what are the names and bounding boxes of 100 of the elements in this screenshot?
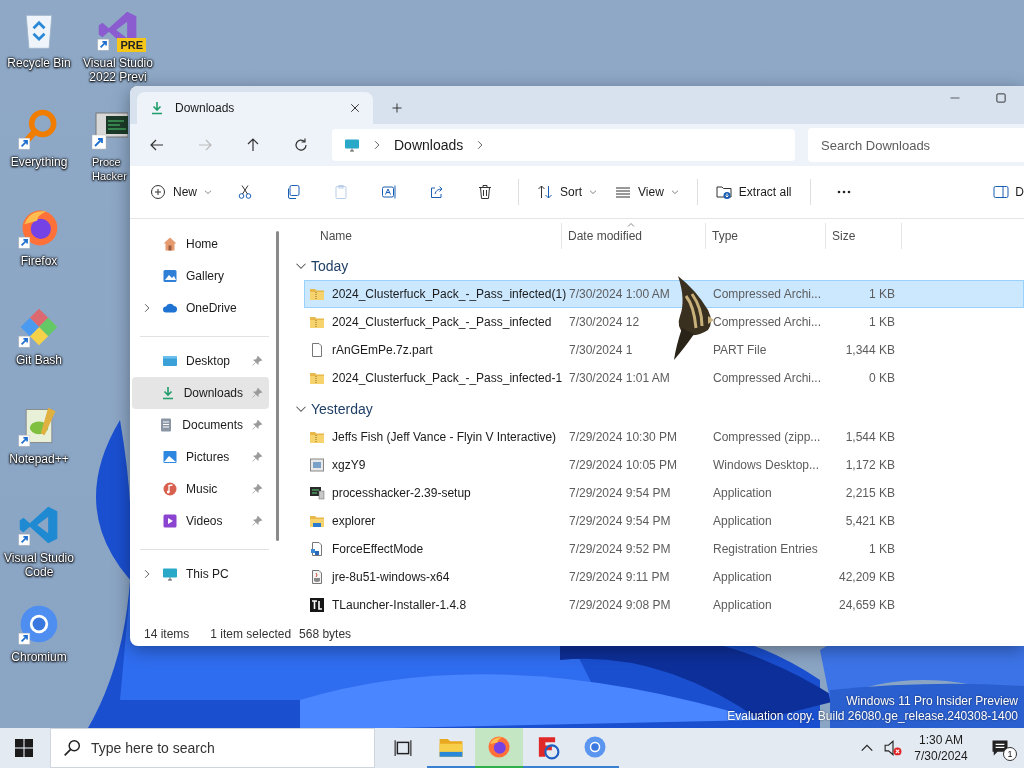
forward-arrow-icon (197, 137, 213, 153)
details-pane-icon (993, 184, 1010, 200)
view-button[interactable]: View (607, 175, 687, 209)
desktop-icon-label: Everything (10, 155, 68, 169)
sidebar-item[interactable]: Desktop (132, 345, 269, 377)
sidebar-item[interactable]: Home (132, 228, 269, 260)
file-name: explorer (332, 514, 376, 528)
sidebar-item[interactable]: Documents (132, 409, 269, 441)
extract-folder-icon (715, 184, 732, 200)
desktop-icon-label: Notepad++ (9, 452, 69, 466)
zip-folder-icon (309, 370, 325, 386)
desktop-icon-label: 2022 Previ (89, 70, 147, 84)
file-icon (309, 342, 325, 358)
sidebar-item[interactable]: Music (132, 473, 269, 505)
address-bar[interactable]: Downloads (332, 129, 795, 161)
tab[interactable]: Downloads (137, 92, 373, 124)
type-cell-text: Windows Desktop... (712, 458, 821, 472)
notification-count: 1 (1003, 747, 1017, 761)
caret-icon (204, 188, 212, 196)
chromium-icon[interactable] (583, 735, 607, 759)
column-header[interactable]: Type (706, 223, 826, 249)
file-name: ForceEffectMode (332, 542, 424, 556)
desktop-icon-label: Proce (92, 155, 121, 169)
sort-icon (537, 184, 553, 200)
size-cell-text: 1 KB (868, 315, 896, 329)
size-cell-text: 0 KB (868, 371, 896, 385)
installer-icon (309, 569, 325, 585)
breadcrumb-item[interactable]: Downloads (394, 137, 464, 153)
chevron-right-icon[interactable] (142, 569, 152, 579)
music-icon (162, 481, 178, 497)
file-name: TLauncher-Installer-1.4.8 (332, 598, 467, 612)
refresh-icon (293, 137, 309, 153)
file-row[interactable]: processhacker-2.39-setup 7/29/2024 9:54 PM Application 2,215 KB (304, 479, 1024, 507)
size-cell-text: 42,209 KB (837, 570, 896, 584)
file-row[interactable]: xgzY9 7/29/2024 10:05 PM Windows Desktop... 1,172 KB (304, 451, 1024, 479)
scrollbar[interactable] (276, 231, 279, 541)
desktop-icon-label: Visual Studio (4, 551, 74, 565)
file-name: rAnGEmPe.7z.part (332, 343, 433, 357)
sidebar-item[interactable]: Videos (132, 505, 269, 537)
pin-icon (251, 451, 263, 463)
watermark-text: Evaluation copy. Build 26080.ge_release.240308-1400 (727, 709, 1018, 724)
chevron-right-icon[interactable] (142, 303, 152, 313)
taskbar-app-button[interactable] (475, 728, 523, 768)
firefox-icon[interactable] (487, 735, 511, 759)
zip-folder-icon (309, 429, 325, 445)
desktop-icon-label: Firefox (20, 254, 58, 268)
file-row[interactable]: 2024_Clusterfuck_Pack_-_Pass_infected 7/30/2024 12 Compressed Archi... 1 KB (304, 308, 1024, 336)
download-icon (149, 100, 165, 116)
task-view-icon (394, 739, 412, 757)
desktop-icon-label: Code (24, 565, 54, 579)
type-cell-text: Registration Entries (712, 542, 819, 556)
sidebar-item[interactable]: Pictures (132, 441, 269, 473)
sidebar-item[interactable]: This PC (132, 558, 269, 590)
date-cell-text: 7/29/2024 9:52 PM (568, 542, 672, 556)
registry-file-icon (309, 541, 325, 557)
file-row[interactable]: explorer 7/29/2024 9:54 PM Application 5,421 KB (304, 507, 1024, 535)
file-row[interactable]: 2024_Clusterfuck_Pack_-_Pass_infected-1 7/30/2024 1:01 AM Compressed Archi... 0 KB (304, 364, 1024, 392)
type-cell-text: Compressed (zipp... (712, 430, 822, 444)
clock[interactable]: 1:30 AM 7/30/2024 (906, 732, 976, 764)
scissors-icon (237, 184, 253, 200)
column-header[interactable]: Name (304, 223, 562, 249)
new-button[interactable]: New (142, 175, 220, 209)
desktop-icon-label: Visual Studio (83, 56, 153, 70)
clipboard-icon (333, 184, 349, 200)
extract-all-button[interactable]: Extract all (707, 175, 800, 209)
group-header: Yesterday (311, 401, 373, 417)
sort-caret-icon (627, 221, 635, 229)
file-row[interactable]: jre-8u51-windows-x64 7/29/2024 9:11 PM Application 42,209 KB (304, 563, 1024, 591)
caret-icon (589, 188, 598, 196)
sort-button[interactable]: Sort (529, 175, 606, 209)
size-cell-text: 1,544 KB (844, 430, 896, 444)
file-row[interactable]: rAnGEmPe.7z.part 7/30/2024 1 PART File 1,344 KB (304, 336, 1024, 364)
file-row[interactable]: TLauncher-Installer-1.4.8 7/29/2024 9:08 PM Application 24,659 KB (304, 591, 1024, 619)
date-cell-text: 7/29/2024 10:05 PM (568, 458, 679, 472)
details-button[interactable]: D (985, 175, 1024, 209)
date-cell-text: 7/29/2024 9:54 PM (568, 514, 672, 528)
plus-circle-icon (150, 184, 166, 200)
column-header[interactable]: Date modified (562, 223, 706, 249)
volume-muted-icon (884, 739, 902, 757)
taskbar-search-field[interactable]: Type here to search (50, 728, 375, 768)
date-cell-text: 7/29/2024 9:08 PM (568, 598, 672, 612)
message-icon (990, 738, 1010, 758)
selection-count: 1 item selected (210, 627, 292, 641)
rename-icon (381, 184, 397, 200)
desktop-icon-label: Chromium (11, 650, 67, 664)
search-field[interactable]: Search Downloads (808, 128, 1024, 162)
clock-date: 7/30/2024 (913, 748, 969, 764)
image-icon (162, 268, 178, 284)
sidebar-item[interactable]: Downloads (132, 377, 269, 409)
group-header: Today (311, 258, 349, 274)
file-row[interactable]: ForceEffectMode 7/29/2024 9:52 PM Registration Entries 1 KB (304, 535, 1024, 563)
maximize-icon (995, 92, 1007, 104)
trash-icon (477, 184, 493, 200)
sidebar-item[interactable]: Gallery (132, 260, 269, 292)
file-row[interactable]: 2024_Clusterfuck_Pack_-_Pass_infected(1) 7/30/2024 1:00 AM Compressed Archi... 1 KB (304, 280, 1024, 308)
file-row[interactable]: Jeffs Fish (Jeff Vance - Flyin V Interactive) 7/29/2024 10:30 PM Compressed (zipp... 1,544 KB (304, 423, 1024, 451)
type-cell-text: Application (712, 598, 773, 612)
file-name: Jeffs Fish (Jeff Vance - Flyin V Interactive) (332, 430, 557, 444)
column-header[interactable]: Size (826, 223, 902, 249)
sidebar-item[interactable]: OneDrive (132, 292, 269, 324)
